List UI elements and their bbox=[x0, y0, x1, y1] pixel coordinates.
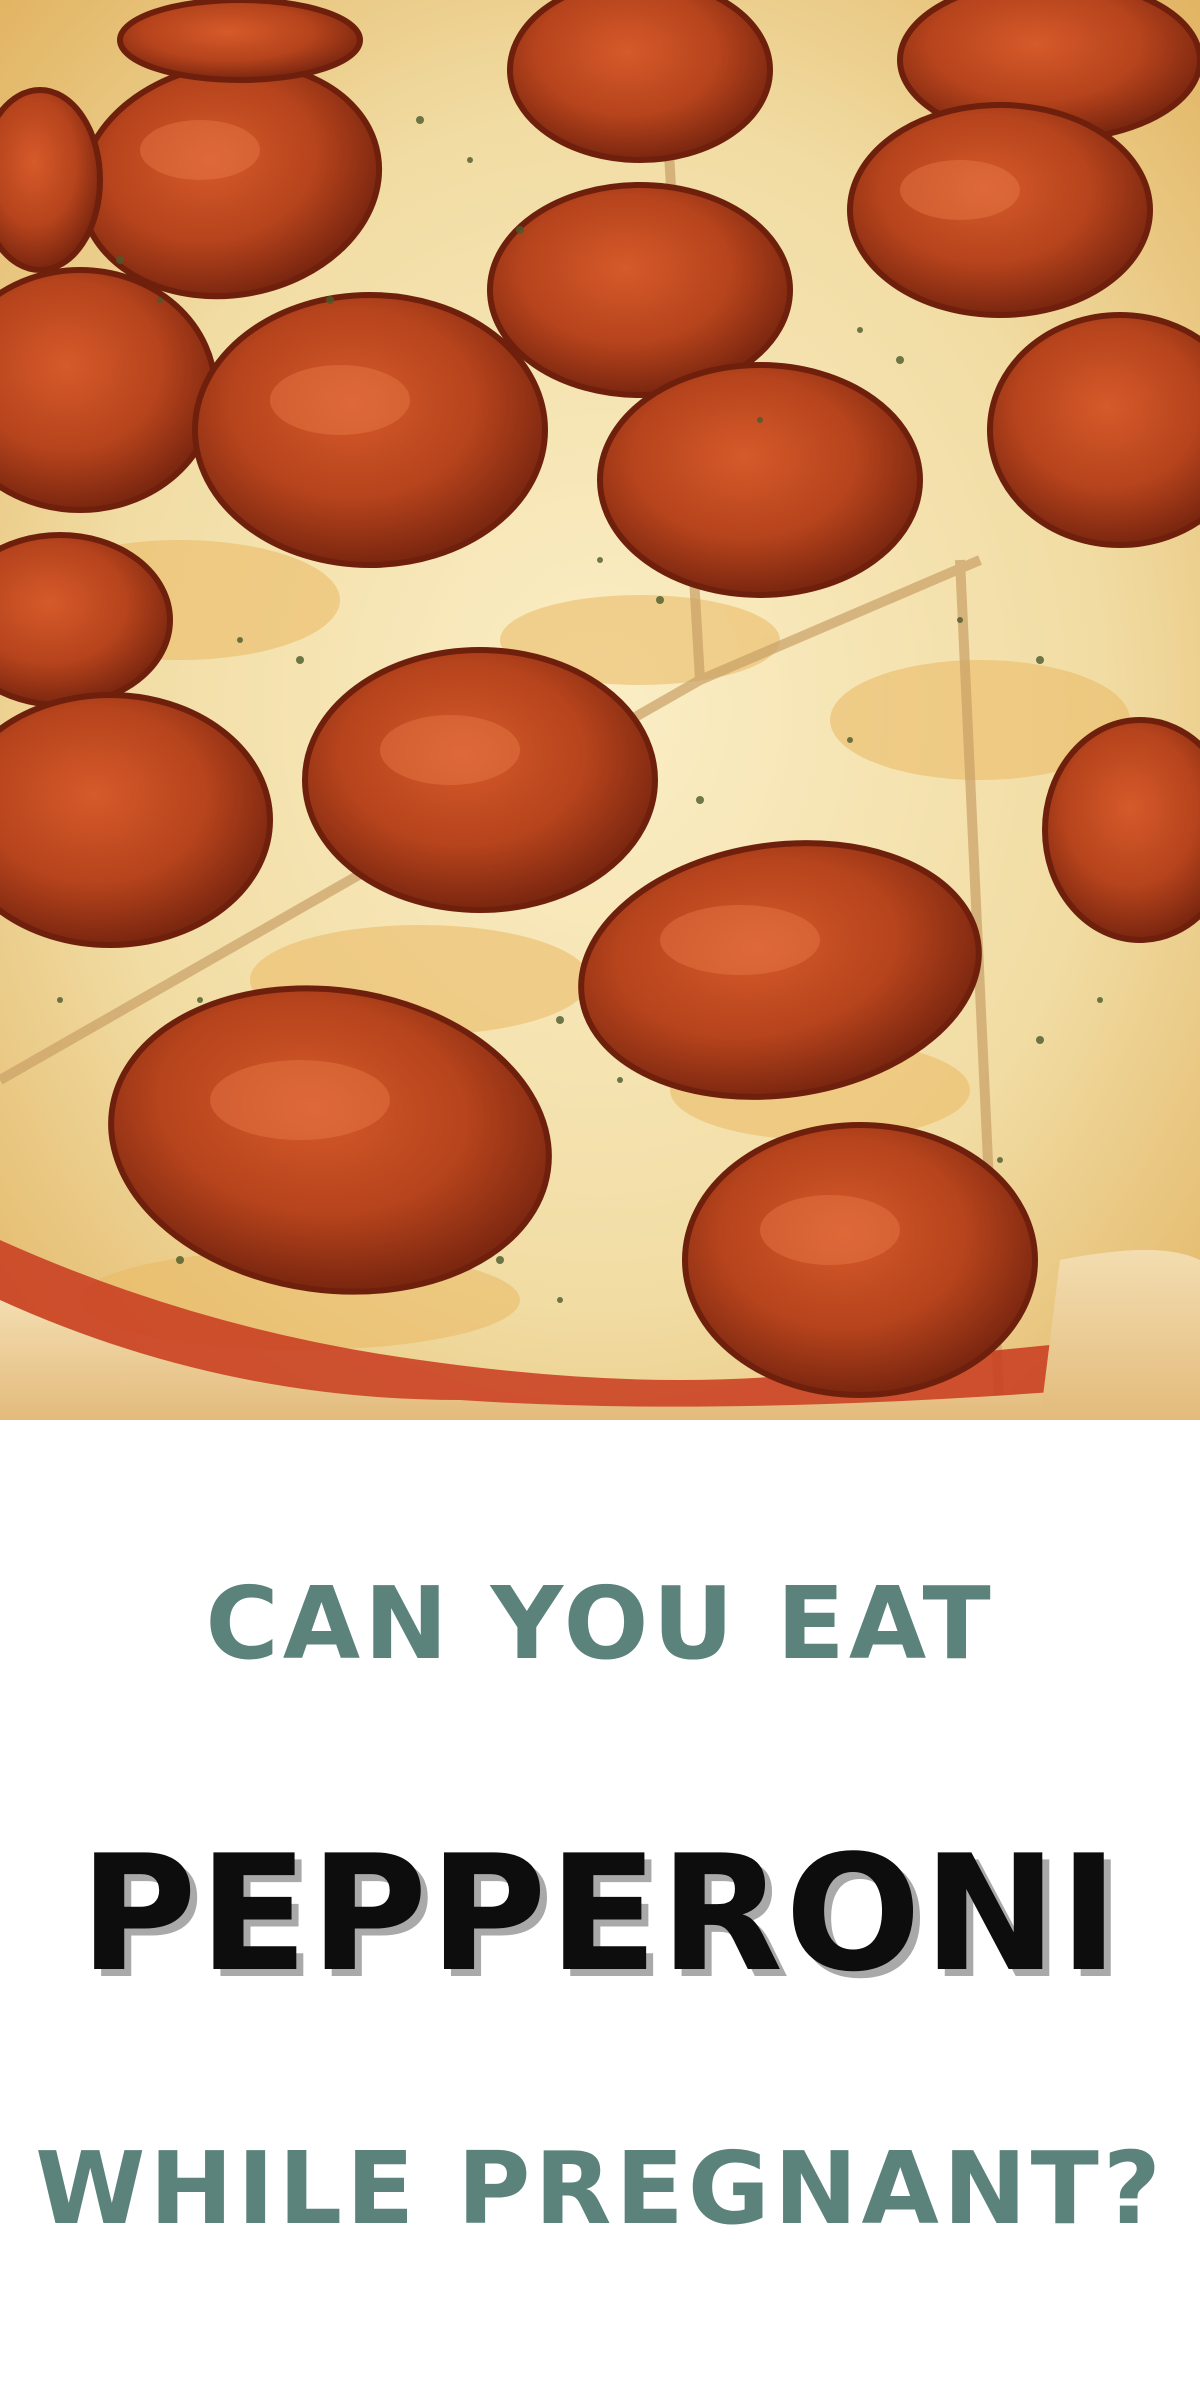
pepperoni-slice bbox=[507, 0, 773, 163]
crust-right bbox=[1040, 1250, 1200, 1420]
headline-title: PEPPERONI bbox=[79, 1820, 1121, 2007]
pizza-illustration bbox=[0, 0, 1200, 1420]
headline-line-1: CAN YOU EAT bbox=[205, 1565, 995, 1682]
pepperoni-slice bbox=[117, 0, 363, 83]
pepperoni-slice bbox=[0, 87, 103, 273]
pizza-photo bbox=[0, 0, 1200, 1420]
headline-line-3: WHILE PREGNANT? bbox=[35, 2130, 1165, 2247]
pepperoni-slice bbox=[597, 362, 923, 598]
headline-panel: CAN YOU EAT PEPPERONI WHILE PREGNANT? bbox=[0, 1420, 1200, 2400]
